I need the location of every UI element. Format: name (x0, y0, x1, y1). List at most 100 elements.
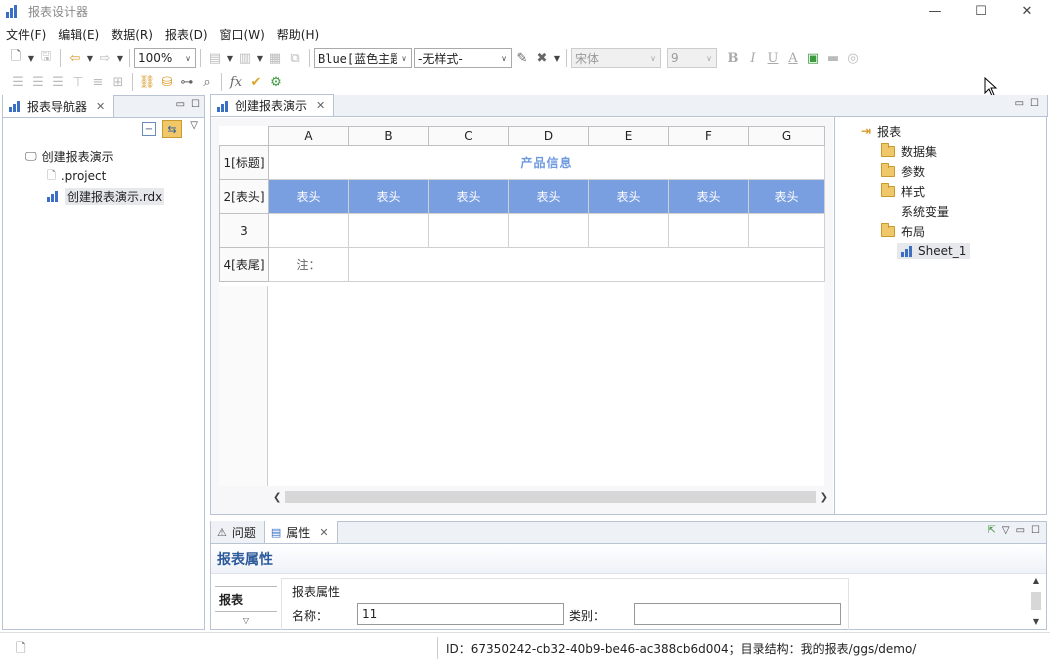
footer-cell[interactable] (348, 247, 825, 282)
tree-item-file[interactable]: 🗋 .project (25, 166, 204, 186)
maximize-view-icon[interactable]: ☐ (1031, 525, 1040, 536)
tab-report-editor[interactable]: 创建报表演示 ✕ (210, 94, 335, 116)
header-cell[interactable]: 表头 (428, 179, 509, 214)
redo-dropdown-caret[interactable]: ▼ (115, 54, 125, 63)
tree-structure-icon[interactable]: ⊶ (177, 72, 197, 92)
insert-col-caret[interactable]: ▼ (255, 54, 265, 63)
view-menu-icon[interactable]: ▽ (190, 120, 198, 131)
outline-item[interactable]: 样式 (861, 181, 1046, 201)
name-input[interactable]: 11 (357, 603, 564, 625)
pin-icon[interactable]: ⇱ (987, 525, 995, 536)
style-select[interactable]: -无样式- ∨ (414, 48, 512, 68)
insert-col-icon[interactable]: ▥ (235, 48, 255, 68)
maximize-button[interactable]: ☐ (958, 0, 1004, 22)
close-icon[interactable]: ✕ (96, 100, 105, 113)
undo-arrow-icon[interactable]: ⇦ (65, 48, 85, 68)
font-select[interactable]: 宋体 ∨ (571, 48, 661, 68)
header-cell[interactable]: 表头 (748, 179, 825, 214)
tab-properties[interactable]: ▤ 属性 ✕ (264, 521, 338, 543)
title-cell[interactable]: 产品信息 (268, 145, 825, 180)
scroll-down-icon[interactable]: ▼ (1033, 617, 1039, 626)
fast-view-icon[interactable]: 🗋 (16, 639, 26, 660)
maximize-view-icon[interactable]: ☐ (1030, 98, 1039, 109)
undo-dropdown-caret[interactable]: ▼ (85, 54, 95, 63)
tree-item-file[interactable]: 创建报表演示.rdx (25, 186, 204, 206)
data-cell[interactable] (348, 213, 429, 248)
side-tab-report[interactable]: 报表 (215, 586, 277, 612)
settings-circle-icon[interactable]: ◎ (843, 48, 863, 68)
fill-color-icon[interactable]: ▣ (803, 48, 823, 68)
row-header[interactable]: 1[标题] (219, 145, 269, 180)
insert-row-caret[interactable]: ▼ (225, 54, 235, 63)
link-editor-icon[interactable]: ⇆ (162, 120, 182, 138)
align-middle-icon[interactable]: ≡ (88, 72, 108, 92)
row-header[interactable]: 3 (219, 213, 269, 248)
menu-edit[interactable]: 编辑(E) (52, 26, 105, 43)
scroll-up-icon[interactable]: ▲ (1033, 576, 1039, 585)
data-cell[interactable] (508, 213, 589, 248)
tab-problems[interactable]: ⚠ 问题 (211, 521, 265, 543)
underline-icon[interactable]: U (763, 48, 783, 68)
data-cell[interactable] (748, 213, 825, 248)
redo-arrow-icon[interactable]: ⇨ (95, 48, 115, 68)
new-dropdown-caret[interactable]: ▼ (26, 54, 36, 63)
row-header[interactable]: 2[表头] (219, 179, 269, 214)
column-header[interactable]: D (508, 126, 589, 146)
clear-format-caret[interactable]: ▼ (552, 54, 562, 63)
sheet-canvas[interactable]: A B C D E F G 1[标题] 产品信息 2[表头] 表头 表头 表头 (211, 118, 833, 514)
zoom-select[interactable]: 100% ∨ (134, 48, 196, 68)
minimize-view-icon[interactable]: ▭ (1015, 98, 1024, 109)
column-header[interactable]: E (588, 126, 669, 146)
close-icon[interactable]: ✕ (316, 99, 325, 112)
maximize-view-icon[interactable]: ☐ (191, 99, 200, 110)
header-cell[interactable]: 表头 (348, 179, 429, 214)
save-icon[interactable]: 🖫 (36, 48, 56, 68)
data-cell[interactable] (668, 213, 749, 248)
border-style-icon[interactable]: ▬ (823, 48, 843, 68)
data-cell[interactable] (428, 213, 509, 248)
align-center-icon[interactable]: ☰ (28, 72, 48, 92)
column-header[interactable]: C (428, 126, 509, 146)
bold-icon[interactable]: B (723, 48, 743, 68)
scroll-left-icon[interactable]: ❮ (273, 492, 281, 503)
font-size-select[interactable]: 9 ∨ (667, 48, 717, 68)
minimize-button[interactable]: — (912, 0, 958, 22)
menu-file[interactable]: 文件(F) (0, 26, 52, 43)
minimize-view-icon[interactable]: ▭ (1016, 525, 1025, 536)
format-painter-icon[interactable]: ✎ (512, 48, 532, 68)
outline-root[interactable]: ⇥ 报表 (861, 121, 1046, 141)
align-right-icon[interactable]: ☰ (48, 72, 68, 92)
outline-item[interactable]: 参数 (861, 161, 1046, 181)
view-menu-icon[interactable]: ▽ (1002, 525, 1010, 536)
insert-row-icon[interactable]: ▤ (205, 48, 225, 68)
outline-item[interactable]: 系统变量 (861, 201, 1046, 221)
clear-format-icon[interactable]: ✖ (532, 48, 552, 68)
side-tab-scroll-icon[interactable]: ▽ (215, 616, 277, 626)
new-file-icon[interactable]: 🗋 (6, 48, 26, 68)
align-bottom-icon[interactable]: ⊞ (108, 72, 128, 92)
preview-search-icon[interactable]: ⌕ (197, 72, 217, 92)
scroll-thumb[interactable] (285, 491, 816, 503)
header-cell[interactable]: 表头 (508, 179, 589, 214)
gear-icon[interactable]: ⚙ (266, 72, 286, 92)
tab-navigator[interactable]: 报表导航器 ✕ (3, 95, 115, 117)
data-source-icon[interactable]: ⛁ (157, 72, 177, 92)
row-header[interactable]: 4[表尾] (219, 247, 269, 282)
close-button[interactable]: ✕ (1004, 0, 1050, 22)
scroll-thumb[interactable] (1031, 592, 1041, 610)
outline-item[interactable]: 数据集 (861, 141, 1046, 161)
check-document-icon[interactable]: ✔ (246, 72, 266, 92)
font-color-icon[interactable]: A (783, 48, 803, 68)
header-cell[interactable]: 表头 (668, 179, 749, 214)
column-header[interactable]: F (668, 126, 749, 146)
outline-item[interactable]: 布局 (861, 221, 1046, 241)
minimize-view-icon[interactable]: ▭ (176, 99, 185, 110)
dataset-link-icon[interactable]: ⛓ (137, 72, 157, 92)
outline-sheet[interactable]: Sheet_1 (861, 241, 1046, 261)
horizontal-scrollbar[interactable]: ❮ ❯ (273, 490, 828, 504)
column-header[interactable]: G (748, 126, 825, 146)
table-grid-icon[interactable]: ▦ (265, 48, 285, 68)
data-cell[interactable] (588, 213, 669, 248)
data-cell[interactable] (268, 213, 349, 248)
menu-window[interactable]: 窗口(W) (214, 26, 271, 43)
